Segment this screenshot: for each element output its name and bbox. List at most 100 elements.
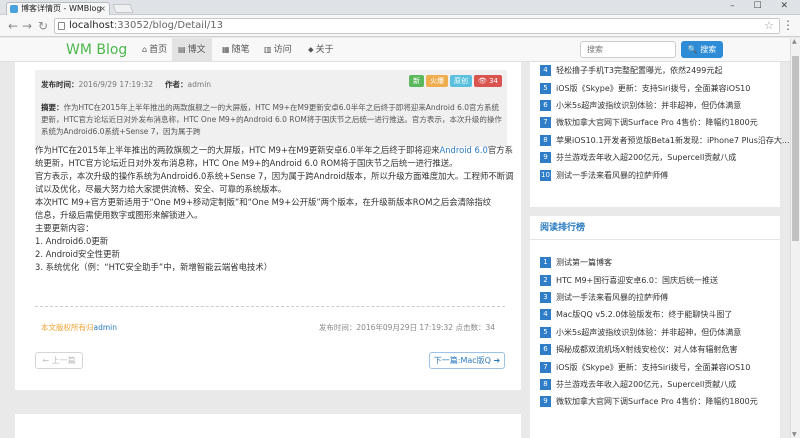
nav-visits[interactable]: ▥ 访问 <box>258 38 298 62</box>
url-input[interactable]: localhost:33052/blog/Detail/13 ☆ <box>54 18 780 34</box>
item-title: HTC M9+国行喜迎安卓6.0：国庆后统一推送 <box>556 275 718 285</box>
summary-text: 作为HTC在2015年上半年推出的两款旗舰之一的大屏版，HTC M9+在M9更新… <box>41 103 502 136</box>
list-item[interactable]: 5 iOS版《Skype》更新：支持Siri拨号，全面兼容iOS10 <box>540 79 790 96</box>
list-item[interactable]: 1 测试第一篇博客 <box>540 254 758 271</box>
list-item[interactable]: 4 轻松撸子手机T3完整配置曝光，依然2499元起 <box>540 62 790 79</box>
publish-info: 发布时间：2016年09月29日 17:19:32 点击数：34 <box>318 323 495 332</box>
list-item[interactable]: 2 HTC M9+国行喜迎安卓6.0：国庆后统一推送 <box>540 271 758 288</box>
search-button[interactable]: 🔍 搜索 <box>681 41 723 58</box>
browser-tab[interactable]: 博客详情页 - WMBlog × <box>6 2 110 16</box>
item-title: 轻松撸子手机T3完整配置曝光，依然2499元起 <box>556 66 723 76</box>
badge-hot: 火爆 <box>425 75 448 87</box>
browser-menu-icon[interactable]: ⋮ <box>782 17 794 33</box>
prev-post-button[interactable]: ← 上一篇 <box>35 352 83 369</box>
badge-original: 原创 <box>449 75 472 87</box>
article-panel: 发布时间：2016/9/29 17:19:32 作者：admin 新 火爆 原创 … <box>15 62 521 390</box>
list-item[interactable]: 10 测试一手法来看风暴的拉萨师傅 <box>540 166 790 183</box>
rank-number: 3 <box>540 291 551 303</box>
paragraph: 3. 系统优化（例：“HTC安全助手”中，新增智能云端省电技术） <box>35 262 273 272</box>
item-title: 小米5s超声波指纹识别体验：并非超神，但仍体满意 <box>556 327 742 337</box>
rank-number: 5 <box>540 326 551 338</box>
tab-title: 博客详情页 - WMBlog <box>21 4 102 13</box>
bookmark-star-icon[interactable]: ☆ <box>764 19 774 33</box>
article-body: 作为HTC在2015年上半年推出的两款旗舰之一的大屏版，HTC M9+在M9更新… <box>35 144 513 274</box>
nav-posts[interactable]: ▤ 博文 <box>172 38 212 62</box>
url-path: :33052/blog/Detail/13 <box>113 20 223 31</box>
list-item[interactable]: 9 芬兰游戏去年收入超200亿元，Supercell贡献八成 <box>540 149 790 166</box>
bar-chart-icon: ▥ <box>264 45 272 54</box>
scroll-up-icon[interactable]: ▲ <box>792 38 797 45</box>
article-meta: 发布时间：2016/9/29 17:19:32 作者：admin <box>41 79 223 90</box>
list-item[interactable]: 5 小米5s超声波指纹识别体验：并非超神，但仍体满意 <box>540 324 758 341</box>
paragraph-text: 作为HTC在2015年上半年推出的两款旗舰之一的大屏版，HTC M9+在M9更新… <box>35 145 440 155</box>
article-summary: 摘要：作为HTC在2015年上半年推出的两款旗舰之一的大屏版，HTC M9+在M… <box>41 102 503 138</box>
nav-about[interactable]: ⬥ 关于 <box>302 38 340 62</box>
item-title: 芬兰游戏去年收入超200亿元，Supercell贡献八成 <box>556 153 737 163</box>
reading-rank-title: 阅读排行榜 <box>530 216 780 240</box>
list-item[interactable]: 9 微软加拿大官网下调Surface Pro 4售价：降幅约1800元 <box>540 393 758 410</box>
list-item[interactable]: 7 iOS版《Skype》更新：支持Siri拨号，全面兼容iOS10 <box>540 358 758 375</box>
item-title: 测试一手法来看风暴的拉萨师傅 <box>556 170 668 180</box>
nav-home[interactable]: ⌂ 首页 <box>136 38 173 62</box>
rank-number: 5 <box>540 82 551 94</box>
rank-number: 10 <box>540 169 551 181</box>
rank-number: 7 <box>540 117 551 129</box>
nav-essays[interactable]: ▦ 随笔 <box>216 38 256 62</box>
list-item[interactable]: 6 揭秘成都双流机场X射线安检仪：对人体有辐射危害 <box>540 341 758 358</box>
forward-icon[interactable]: → <box>22 18 32 34</box>
window-controls[interactable]: – ☐ ✕ <box>730 1 796 11</box>
badge-views: 👁 34 <box>473 75 502 87</box>
nav-label: 访问 <box>273 45 292 55</box>
reading-rank-panel: 阅读排行榜 1 测试第一篇博客 2 HTC M9+国行喜迎安卓6.0：国庆后统一推送… <box>530 216 780 438</box>
item-title: 芬兰游戏去年收入超200亿元，Supercell贡献八成 <box>556 379 737 389</box>
copyright-author-link[interactable]: admin <box>94 323 118 332</box>
rank-number: 9 <box>540 396 551 408</box>
list-item[interactable]: 8 芬兰游戏去年收入超200亿元，Supercell贡献八成 <box>540 376 758 393</box>
item-title: 小米5s超声波指纹识别体验：并非超神，但仍体满意 <box>556 100 742 110</box>
page-icon <box>58 22 65 30</box>
android-link[interactable]: Android 6.0 <box>439 145 487 155</box>
article-meta-box: 发布时间：2016/9/29 17:19:32 作者：admin 新 火爆 原创 … <box>35 70 507 147</box>
paragraph: 本次HTC M9+官方更新适用于“One M9+移动定制版”和“One M9+公… <box>35 197 492 207</box>
paragraph-text: 官方系 <box>487 145 513 155</box>
home-icon: ⌂ <box>142 45 148 54</box>
author-name: admin <box>187 80 212 89</box>
back-icon[interactable]: ← <box>8 18 18 34</box>
rank-number: 6 <box>540 344 551 356</box>
item-title: 揭秘成都双流机场X射线安检仪：对人体有辐射危害 <box>556 345 738 355</box>
list-item[interactable]: 3 测试一手法来看风暴的拉萨师傅 <box>540 289 758 306</box>
badge-new: 新 <box>408 75 424 87</box>
address-bar-row: ← → ↻ localhost:33052/blog/Detail/13 ☆ ⋮ <box>0 15 800 37</box>
list-item[interactable]: 8 苹果iOS10.1开发者预览版Beta1新发现：iPhone7 Plus沿存大… <box>540 132 790 149</box>
search-input[interactable] <box>580 41 676 58</box>
paragraph: 作为HTC在2015年上半年推出的两款旗舰之一的大屏版，HTC M9+在M9更新… <box>35 144 513 157</box>
rank-number: 7 <box>540 361 551 373</box>
site-brand[interactable]: WM Blog <box>66 41 127 59</box>
rank-number: 4 <box>540 309 551 321</box>
tab-close-icon[interactable]: × <box>99 3 106 15</box>
divider <box>35 306 505 307</box>
list-item[interactable]: 7 微软加拿大官网下调Surface Pro 4售价：降幅约1800元 <box>540 114 790 131</box>
paragraph: 主要更新内容： <box>35 223 94 233</box>
new-tab-button[interactable] <box>112 4 134 13</box>
site-navbar: WM Blog ⌂首页 ▤博文 ▦随笔 ▥访问 ⬥关于 🔍 搜索 <box>0 38 790 62</box>
item-title: iOS版《Skype》更新：支持Siri拨号，全面兼容iOS10 <box>556 362 751 372</box>
paragraph: 统更新，HTC官方论坛近日对外发布消息称，HTC One M9+的Android… <box>35 158 458 168</box>
rank-number: 4 <box>540 65 551 77</box>
item-title: 微软加拿大官网下调Surface Pro 4售价：降幅约1800元 <box>556 118 758 128</box>
badge-group: 新 火爆 原创 👁 34 <box>408 75 502 87</box>
tag-icon: ⬥ <box>308 45 314 54</box>
copyright-notice: 本文版权所有归admin <box>41 322 117 333</box>
reload-icon[interactable]: ↻ <box>38 18 48 34</box>
latest-list: 4 轻松撸子手机T3完整配置曝光，依然2499元起 5 iOS版《Skype》更新：… <box>540 62 790 184</box>
next-post-button[interactable]: 下一篇:Mac版Q ➔ <box>429 352 505 369</box>
latest-posts-panel: 4 轻松撸子手机T3完整配置曝光，依然2499元起 5 iOS版《Skype》更新：… <box>530 62 790 207</box>
scroll-thumb[interactable] <box>792 56 799 241</box>
page-scrollbar[interactable]: ▲ ▼ <box>790 38 800 438</box>
copyright-text: 本文版权所有归 <box>41 323 94 332</box>
list-item[interactable]: 6 小米5s超声波指纹识别体验：并非超神，但仍体满意 <box>540 97 790 114</box>
author-label: 作者： <box>165 80 188 89</box>
list-item[interactable]: 4 Mac版QQ v5.2.0体验版发布：终于能聊快斗图了 <box>540 306 758 323</box>
scroll-down-icon[interactable]: ▼ <box>792 431 797 438</box>
paragraph: 官方表示，本次升级的操作系统为Android6.0系统+Sense 7，因为属于… <box>35 171 513 181</box>
